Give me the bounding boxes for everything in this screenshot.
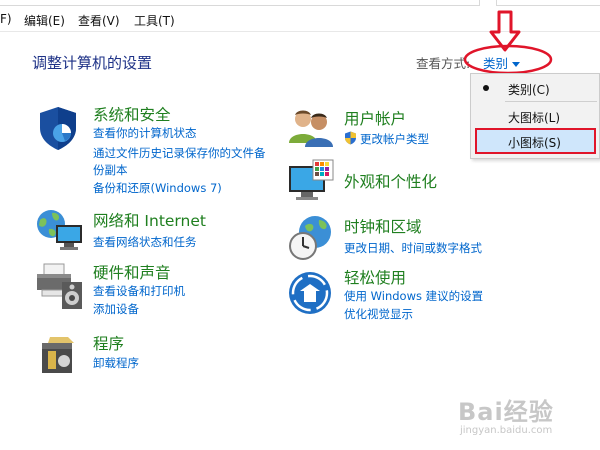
link-uninstall[interactable]: 卸载程序 (93, 355, 139, 371)
address-bar[interactable] (0, 0, 480, 6)
link-computer-status[interactable]: 查看你的计算机状态 (93, 125, 197, 141)
menu-divider (505, 101, 597, 102)
category-system-security[interactable]: 系统和安全 (93, 103, 171, 125)
watermark-text: Bai经验 (458, 398, 554, 426)
window-top-strip (0, 0, 600, 8)
view-option-category[interactable]: 类别(C) (508, 81, 550, 98)
category-user-accounts[interactable]: 用户帐户 (344, 107, 406, 129)
menu-file[interactable]: F) (0, 12, 12, 26)
link-add-device[interactable]: 添加设备 (93, 301, 139, 317)
link-change-account-type[interactable]: 更改帐户类型 (344, 131, 429, 147)
ease-of-access-icon[interactable] (287, 270, 333, 316)
category-clock-region[interactable]: 时钟和区域 (344, 215, 422, 237)
watermark-url: jingyan.baidu.com (460, 425, 553, 436)
link-devices-printers[interactable]: 查看设备和打印机 (93, 283, 185, 299)
category-ease-of-access[interactable]: 轻松使用 (344, 266, 406, 288)
watermark: Bai经验 jingyan.baidu.com (458, 392, 598, 442)
annotation-ellipse (463, 44, 553, 75)
page-title: 调整计算机的设置 (32, 54, 153, 72)
shield-icon[interactable] (34, 104, 82, 152)
view-option-small-icons[interactable]: 小图标(S) (508, 134, 561, 151)
search-box[interactable] (496, 0, 600, 6)
link-optimize-visual[interactable]: 优化视觉显示 (344, 306, 413, 322)
menu-edit[interactable]: 编辑(E) (24, 12, 65, 29)
user-accounts-icon[interactable] (287, 105, 337, 149)
printer-speaker-icon[interactable] (34, 262, 84, 310)
network-globe-icon[interactable] (34, 207, 84, 253)
link-file-history[interactable]: 通过文件历史记录保存你的文件备 (93, 145, 266, 161)
link-backup-restore[interactable]: 备份和还原(Windows 7) (93, 180, 222, 196)
menu-tools[interactable]: 工具(T) (134, 12, 175, 29)
link-change-date-time[interactable]: 更改日期、时间或数字格式 (344, 240, 482, 256)
appearance-monitor-icon[interactable] (287, 158, 335, 206)
category-programs[interactable]: 程序 (93, 332, 124, 354)
link-file-history-cont[interactable]: 份副本 (93, 162, 128, 178)
uac-shield-icon (345, 131, 356, 145)
link-network-status[interactable]: 查看网络状态和任务 (93, 234, 197, 250)
clock-globe-icon[interactable] (287, 214, 335, 262)
selected-bullet-icon (483, 85, 489, 91)
view-option-large-icons[interactable]: 大图标(L) (508, 109, 560, 126)
category-network-internet[interactable]: 网络和 Internet (93, 209, 206, 231)
programs-box-icon[interactable] (38, 333, 80, 375)
link-change-account-type-label: 更改帐户类型 (360, 132, 429, 146)
link-windows-recommended[interactable]: 使用 Windows 建议的设置 (344, 288, 483, 304)
view-by-menu: 类别(C) 大图标(L) 小图标(S) (470, 73, 600, 159)
category-appearance[interactable]: 外观和个性化 (344, 170, 437, 192)
menu-view[interactable]: 查看(V) (78, 12, 120, 29)
category-hardware-sound[interactable]: 硬件和声音 (93, 261, 171, 283)
